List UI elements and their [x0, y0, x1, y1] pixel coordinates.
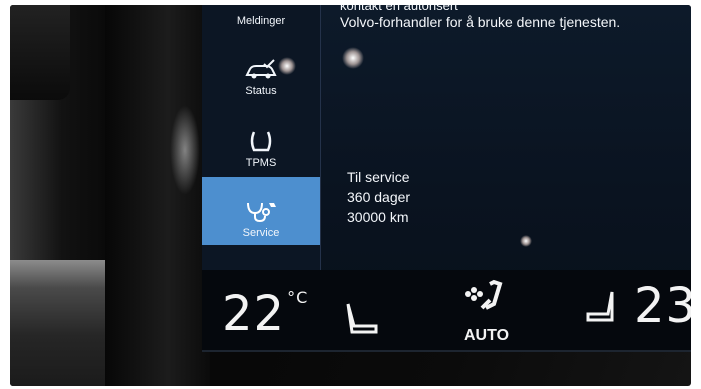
infotainment-screen: Meldinger Status TPMS Service kontakt en…: [202, 5, 691, 352]
dashboard-metal-trim: [10, 260, 105, 386]
service-title: Til service: [347, 169, 410, 185]
left-temperature[interactable]: 22 °C: [222, 288, 309, 339]
light-reflection: [278, 57, 296, 75]
sidebar-item-label: Service: [242, 227, 280, 239]
message-line-1: kontakt en autorisert: [340, 5, 458, 13]
climate-bar: 22°C AUTO 23°C: [202, 270, 691, 350]
right-seat-heat-icon[interactable]: [582, 288, 622, 324]
right-temperature[interactable]: 23°C: [634, 282, 691, 330]
sidebar-item-status[interactable]: Status: [202, 35, 320, 103]
left-temperature-unit: °C: [287, 288, 309, 307]
tire-pressure-icon: [250, 131, 272, 152]
sidebar-item-label: Meldinger: [236, 15, 286, 27]
sidebar-item-service[interactable]: Service: [202, 177, 320, 245]
screen-glare: [170, 105, 200, 195]
service-distance: 30000 km: [347, 209, 409, 225]
light-reflection: [342, 47, 364, 69]
left-seat-heat-icon[interactable]: [342, 300, 382, 336]
photo-frame: Meldinger Status TPMS Service kontakt en…: [10, 5, 691, 386]
sidebar-item-label: TPMS: [245, 157, 277, 169]
light-reflection: [520, 235, 532, 247]
service-icon: [247, 202, 276, 223]
left-temperature-value: 22: [222, 286, 286, 342]
sidebar-item-tpms[interactable]: TPMS: [202, 107, 320, 175]
sidebar-item-meldinger[interactable]: Meldinger: [202, 5, 320, 33]
dashboard-upper-trim: [10, 5, 70, 100]
screen-bezel: [105, 5, 210, 386]
right-temperature-value: 23: [634, 278, 691, 334]
sidebar-item-label: Status: [245, 85, 277, 97]
auto-mode-label[interactable]: AUTO: [464, 327, 509, 345]
car-status-icon: [245, 59, 277, 79]
sidebar: Meldinger Status TPMS Service: [202, 5, 321, 270]
message-line-2: Volvo-forhandler for å bruke denne tjene…: [340, 14, 621, 30]
service-days: 360 dager: [347, 189, 411, 205]
fan-airflow-icon[interactable]: [464, 278, 508, 322]
